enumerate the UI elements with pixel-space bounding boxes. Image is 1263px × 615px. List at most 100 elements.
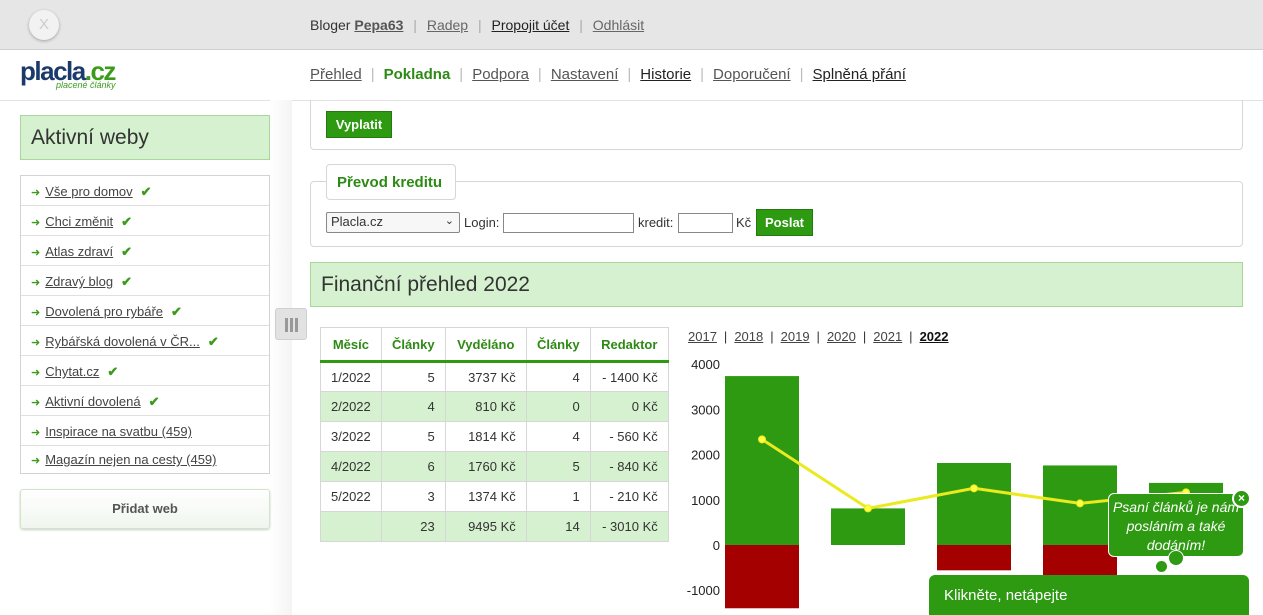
col-editor: Redaktor: [589, 327, 669, 363]
net-point: [864, 504, 872, 513]
y-tick-label: 1000: [691, 493, 720, 508]
send-button[interactable]: Poslat: [756, 209, 813, 236]
web-item-label[interactable]: Magazín nejen na cesty (459): [45, 452, 216, 467]
col-articles-editor: Články: [525, 327, 591, 363]
nav-prehled[interactable]: Přehled: [310, 66, 362, 83]
credit-label: kredit:: [638, 215, 674, 230]
sidebar-web-item[interactable]: ➜ Inspirace na svatbu (459): [21, 416, 269, 446]
table-cell: 4: [525, 421, 591, 452]
check-icon: ✔: [107, 364, 119, 379]
sidebar-toggle-handle[interactable]: [275, 308, 307, 340]
separator: |: [579, 17, 583, 33]
sidebar-web-item[interactable]: ➜ Dovolená pro rybáře ✔: [21, 296, 269, 326]
web-item-label[interactable]: Atlas zdraví: [45, 244, 113, 259]
site-select-value: Placla.cz: [331, 214, 384, 229]
username-link[interactable]: Pepa63: [354, 17, 403, 33]
close-button[interactable]: X: [29, 10, 59, 40]
web-item-label[interactable]: Rybářská dovolená v ČR...: [45, 334, 200, 349]
nav-pokladna[interactable]: Pokladna: [384, 66, 451, 83]
table-cell: 1374 Kč: [444, 481, 527, 512]
sidebar-web-item[interactable]: ➜ Chytat.cz ✔: [21, 356, 269, 386]
web-item-label[interactable]: Vše pro domov: [45, 184, 132, 199]
arrow-right-icon: ➜: [31, 307, 41, 319]
col-articles: Články: [380, 327, 446, 363]
table-cell: 23: [380, 511, 446, 542]
separator: |: [909, 329, 913, 344]
year-link-2020[interactable]: 2020: [827, 329, 856, 344]
year-link-2021[interactable]: 2021: [873, 329, 902, 344]
site-select[interactable]: Placla.cz ⌄: [326, 212, 460, 233]
logout-link[interactable]: Odhlásit: [593, 17, 644, 33]
sidebar-title: Aktivní weby: [20, 115, 270, 160]
arrow-right-icon: ➜: [31, 277, 41, 289]
check-icon: ✔: [171, 304, 182, 319]
separator: |: [723, 329, 728, 344]
payout-button[interactable]: Vyplatit: [326, 111, 392, 138]
check-icon: ✔: [121, 274, 133, 289]
sidebar-shadow: [270, 100, 292, 615]
arrow-right-icon: ➜: [31, 187, 41, 199]
radep-link[interactable]: Radep: [427, 17, 468, 33]
table-cell: 4: [380, 391, 446, 422]
sidebar-web-item[interactable]: ➜ Rybářská dovolená v ČR... ✔: [21, 326, 269, 356]
login-input[interactable]: [503, 213, 634, 233]
sidebar-web-item[interactable]: ➜ Chci změnit ✔: [21, 206, 269, 236]
user-bar: Bloger Pepa63 | Radep | Propojit účet | …: [310, 17, 644, 33]
sidebar-web-item[interactable]: ➜ Zdravý blog ✔: [21, 266, 269, 296]
arrow-right-icon: ➜: [31, 397, 41, 409]
sidebar-web-item[interactable]: ➜ Atlas zdraví ✔: [21, 236, 269, 266]
close-icon[interactable]: ×: [1232, 489, 1251, 508]
table-cell: [320, 511, 382, 542]
year-link-2019[interactable]: 2019: [781, 329, 810, 344]
net-point: [1076, 499, 1084, 508]
table-cell: 5: [380, 361, 446, 392]
login-label: Login:: [464, 215, 500, 230]
separator: |: [770, 329, 774, 344]
web-item-label[interactable]: Dovolená pro rybáře: [45, 304, 163, 319]
year-link-2022[interactable]: 2022: [920, 329, 949, 344]
year-link-2018[interactable]: 2018: [734, 329, 763, 344]
bar-earned: [937, 463, 1011, 545]
connect-account-link[interactable]: Propojit účet: [492, 17, 570, 33]
web-item-label[interactable]: Inspirace na svatbu (459): [45, 424, 192, 439]
table-cell: 0 Kč: [589, 391, 669, 422]
web-item-label[interactable]: Zdravý blog: [45, 274, 113, 289]
nav-nastaveni[interactable]: Nastavení: [551, 66, 619, 83]
credit-input[interactable]: [678, 213, 733, 233]
table-row: 1/2022 5 3737 Kč 4- 1400 Kč: [320, 361, 669, 392]
sidebar-web-item[interactable]: ➜ Aktivní dovolená ✔: [21, 386, 269, 416]
arrow-right-icon: ➜: [31, 367, 41, 379]
table-cell: 2/2022: [320, 391, 382, 422]
table-cell: 1/2022: [320, 361, 382, 392]
arrow-right-icon: ➜: [31, 455, 41, 467]
bar-editor: [725, 545, 799, 609]
table-cell: 9495 Kč: [444, 511, 527, 542]
bloger-label: Bloger: [310, 17, 351, 33]
check-icon: ✔: [207, 334, 219, 349]
col-month: Měsíc: [320, 327, 382, 363]
nav-doporuceni[interactable]: Doporučení: [713, 66, 791, 83]
web-item-label[interactable]: Aktivní dovolená: [45, 394, 140, 409]
arrow-right-icon: ➜: [31, 427, 41, 439]
logo[interactable]: placla.cz placené články: [20, 58, 130, 96]
year-link-2017[interactable]: 2017: [688, 329, 717, 344]
finance-table: Měsíc Články Vyděláno Články Redaktor 1/…: [320, 327, 669, 542]
web-item-label[interactable]: Chytat.cz: [45, 364, 99, 379]
chat-bar[interactable]: Klikněte, netápejte: [929, 575, 1249, 615]
table-cell: 1760 Kč: [444, 451, 527, 482]
year-selector: 2017 | 2018 | 2019 | 2020 | 2021 | 2022: [688, 329, 948, 344]
add-web-button[interactable]: Přidat web: [20, 489, 270, 529]
web-item-label[interactable]: Chci změnit: [45, 214, 113, 229]
y-tick-label: 0: [713, 538, 720, 553]
net-point: [758, 435, 766, 444]
sidebar-web-item[interactable]: ➜ Magazín nejen na cesty (459): [21, 446, 269, 473]
separator: |: [413, 17, 417, 33]
arrow-right-icon: ➜: [31, 217, 41, 229]
chat-bubble[interactable]: Psaní článků je nám posláním a také dodá…: [1108, 493, 1244, 557]
nav-podpora[interactable]: Podpora: [472, 66, 529, 83]
sidebar-web-item[interactable]: ➜ Vše pro domov ✔: [21, 176, 269, 206]
table-row: 4/2022 6 1760 Kč 5- 840 Kč: [320, 451, 669, 482]
nav-splnena-prani[interactable]: Splněná přání: [813, 66, 906, 83]
table-cell: 4: [525, 361, 591, 392]
nav-historie[interactable]: Historie: [640, 66, 691, 83]
